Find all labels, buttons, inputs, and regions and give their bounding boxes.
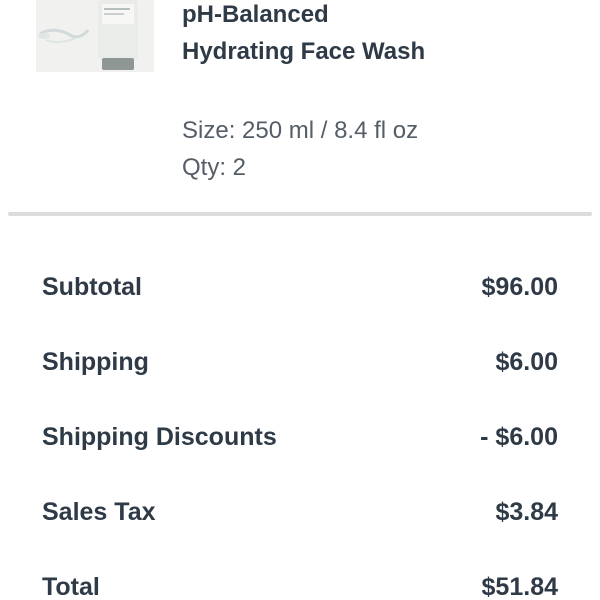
summary-value: $96.00: [481, 272, 558, 301]
product-name[interactable]: pH-Balanced Hydrating Face Wash: [182, 0, 442, 70]
summary-label: Shipping: [42, 347, 149, 376]
summary-row-shipping: Shipping $6.00: [42, 345, 558, 379]
summary-row-shipping-discounts: Shipping Discounts - $6.00: [42, 420, 558, 454]
product-size: Size: 250 ml / 8.4 fl oz: [182, 117, 419, 144]
summary-label: Subtotal: [42, 272, 142, 301]
summary-row-sales-tax: Sales Tax $3.84: [42, 495, 558, 529]
cart-line-item: pH-Balanced Hydrating Face Wash Size: 25…: [0, 0, 600, 205]
summary-value: $51.84: [481, 572, 558, 600]
product-quantity: Qty: 2: [182, 154, 247, 181]
summary-value: $6.00: [495, 347, 558, 376]
summary-value: $3.84: [495, 497, 558, 526]
product-tube-image: [36, 0, 154, 72]
summary-value: - $6.00: [480, 422, 558, 451]
summary-row-total: Total $51.84: [42, 570, 558, 600]
product-image[interactable]: [36, 0, 154, 72]
summary-label: Shipping Discounts: [42, 422, 277, 451]
section-divider: [8, 212, 592, 216]
summary-label: Total: [42, 572, 100, 600]
summary-label: Sales Tax: [42, 497, 156, 526]
summary-row-subtotal: Subtotal $96.00: [42, 270, 558, 304]
